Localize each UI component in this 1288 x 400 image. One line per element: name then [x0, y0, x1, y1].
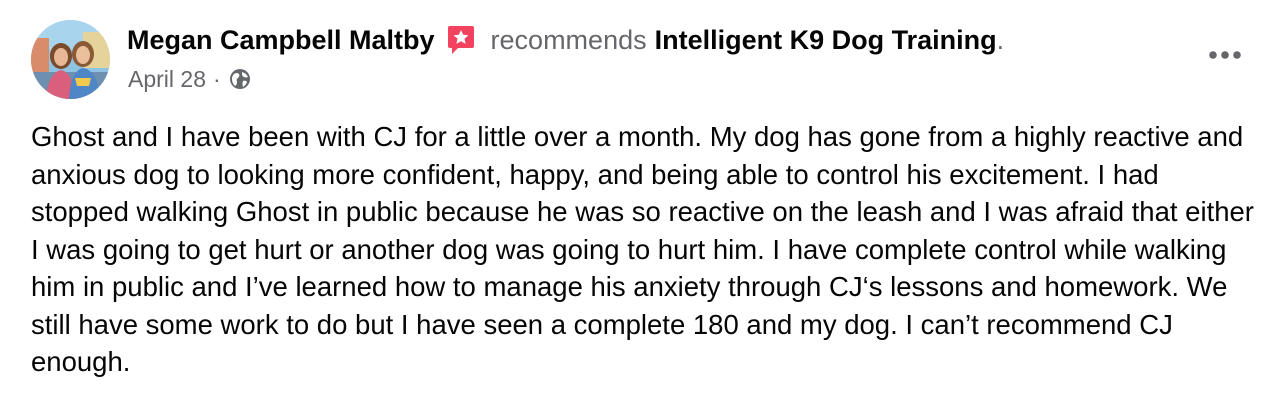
more-options-icon: [1209, 51, 1241, 59]
recommendation-post: Megan Campbell Maltby recommends Intelli…: [0, 0, 1288, 400]
post-body-text: Ghost and I have been with CJ for a litt…: [31, 121, 1254, 377]
meta-separator: ·: [212, 65, 221, 92]
page-name-link[interactable]: Intelligent K9 Dog Training: [655, 22, 997, 58]
more-options-button[interactable]: [1203, 40, 1247, 70]
recommends-label: recommends: [490, 25, 647, 55]
post-header: Megan Campbell Maltby recommends Intelli…: [127, 22, 1004, 58]
author-avatar[interactable]: [31, 20, 110, 99]
header-period: .: [996, 25, 1005, 55]
post-meta: April 28 ·: [128, 64, 252, 94]
star-badge-icon: [445, 24, 477, 56]
post-date[interactable]: April 28: [128, 66, 206, 93]
avatar-photo: [31, 20, 110, 99]
globe-icon[interactable]: [228, 67, 252, 91]
author-name[interactable]: Megan Campbell Maltby: [127, 22, 435, 58]
